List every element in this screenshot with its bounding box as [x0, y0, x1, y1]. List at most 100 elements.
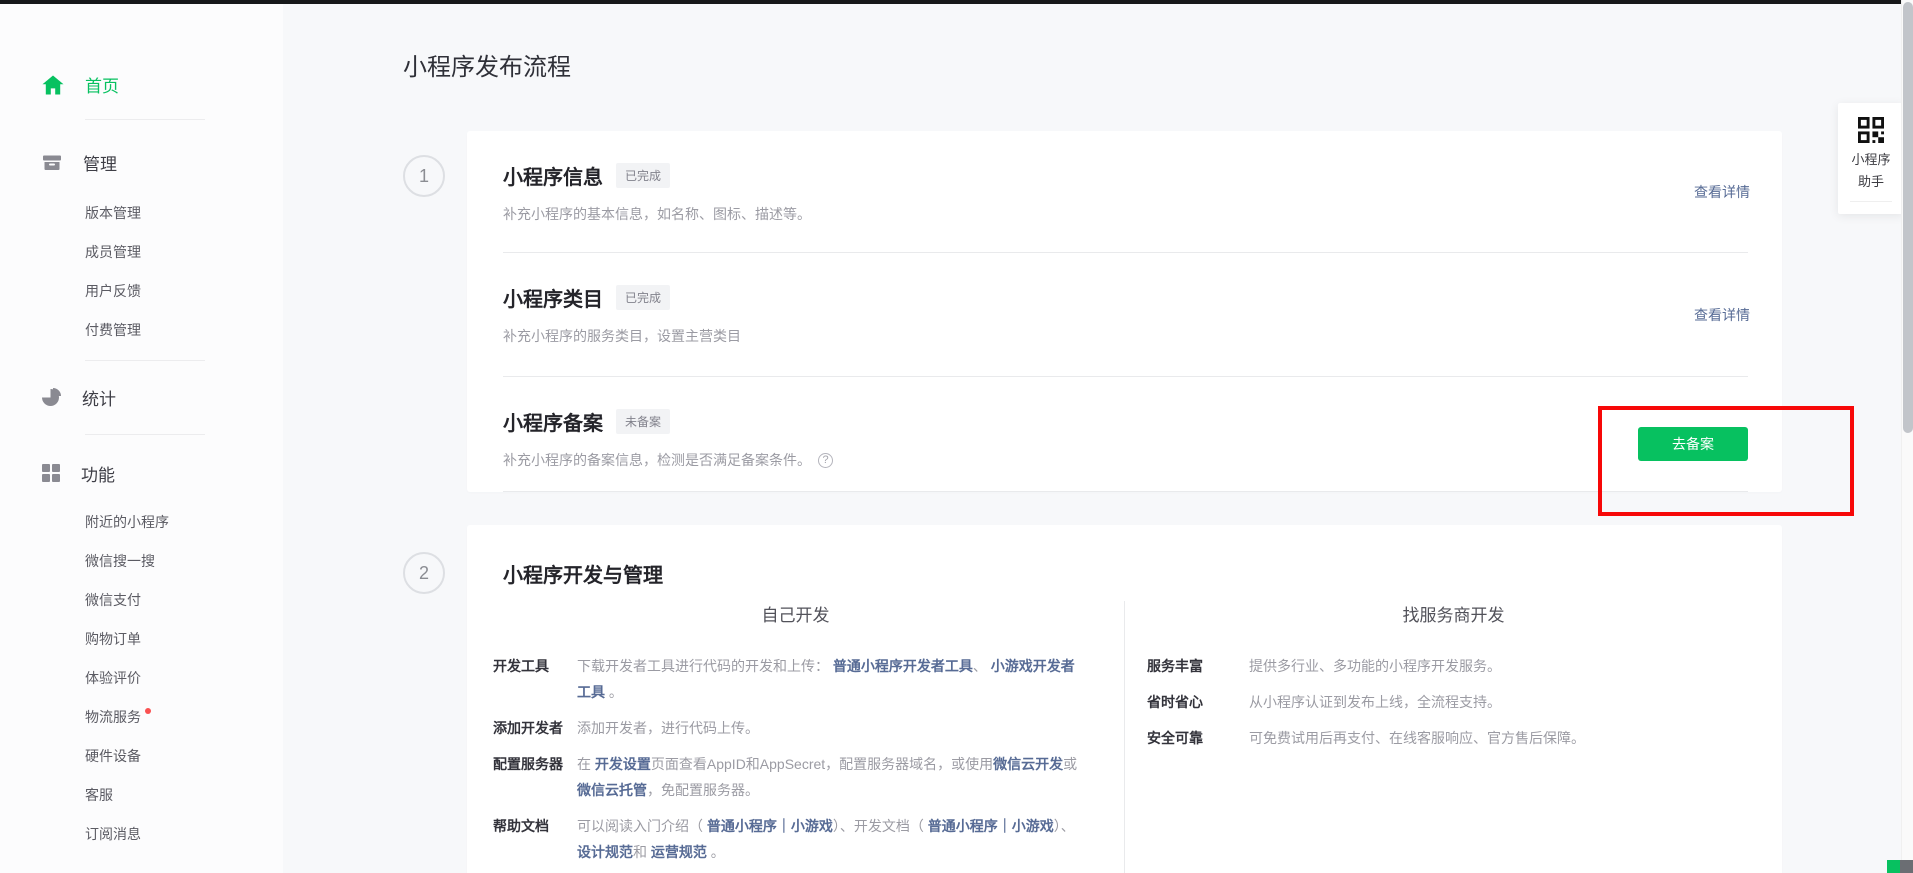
- qr-code-icon: [1858, 117, 1884, 143]
- sidebar-item-experience-rating[interactable]: 体验评价: [0, 659, 283, 698]
- column-self-develop: 自己开发 开发工具下载开发者工具进行代码的开发和上传： 普通小程序开发者工具、 …: [467, 601, 1124, 873]
- grid-icon: [42, 464, 60, 482]
- page-scrollbar: [1901, 0, 1913, 873]
- inline-link[interactable]: ｜: [998, 818, 1012, 834]
- desc-text: 。: [707, 844, 725, 860]
- sidebar-item-label: 付费管理: [85, 322, 141, 338]
- sidebar-item-user-feedback[interactable]: 用户反馈: [0, 272, 283, 311]
- sidebar-item-hardware-device[interactable]: 硬件设备: [0, 737, 283, 776]
- sidebar-item-label: 微信支付: [85, 592, 141, 608]
- sidebar-item-manage[interactable]: 管理: [42, 150, 283, 174]
- sidebar-home-label: 首页: [85, 72, 119, 97]
- status-badge: 未备案: [616, 409, 670, 434]
- desc-text: 补充小程序的备案信息，检测是否满足备案条件。: [503, 450, 811, 470]
- sidebar-item-statistics[interactable]: 统计: [42, 385, 283, 409]
- dev-manage-title: 小程序开发与管理: [503, 559, 1782, 587]
- desc-text: 在: [577, 756, 595, 772]
- inline-link[interactable]: 运营规范: [651, 844, 707, 860]
- sidebar-item-subscribe-message[interactable]: 订阅消息: [0, 815, 283, 854]
- view-details-link[interactable]: 查看详情: [1694, 182, 1750, 202]
- section-miniprogram-category: 小程序类目 已完成 补充小程序的服务类目，设置主营类目 查看详情: [467, 253, 1782, 377]
- help-icon[interactable]: ?: [818, 453, 833, 468]
- sidebar-item-label: 硬件设备: [85, 748, 141, 764]
- desc-text: 从小程序认证到发布上线，全流程支持。: [1249, 694, 1501, 710]
- sidebar-item-payment-manage[interactable]: 付费管理: [0, 311, 283, 350]
- desc-text: 下载开发者工具进行代码的开发和上传：: [577, 658, 833, 674]
- sidebar-item-label: 客服: [85, 787, 113, 803]
- inline-link[interactable]: 小游戏: [791, 818, 833, 834]
- dev-row-desc: 提供多行业、多功能的小程序开发服务。: [1249, 653, 1752, 679]
- inline-link[interactable]: ｜: [777, 818, 791, 834]
- sidebar-manage-submenu: 版本管理 成员管理 用户反馈 付费管理: [0, 194, 283, 350]
- inline-link[interactable]: 微信云托管: [577, 782, 647, 798]
- view-details-link[interactable]: 查看详情: [1694, 305, 1750, 325]
- sidebar-divider: [85, 434, 205, 435]
- dev-row-desc: 可以阅读入门介绍（ 普通小程序｜小游戏）、开发文档（ 普通小程序｜小游戏）、 设…: [577, 813, 1080, 865]
- dev-row-label: 添加开发者: [493, 715, 577, 741]
- notification-dot: [145, 708, 151, 714]
- section-desc: 补充小程序的服务类目，设置主营类目: [503, 326, 1694, 346]
- inline-link[interactable]: 设计规范: [577, 844, 633, 860]
- sidebar-divider: [85, 360, 205, 361]
- sidebar-item-label: 购物订单: [85, 631, 141, 647]
- inline-link[interactable]: 开发设置: [595, 756, 651, 772]
- desc-text: 补充小程序的基本信息，如名称、图标、描述等。: [503, 204, 811, 224]
- step-2-number: 2: [403, 552, 445, 594]
- sidebar-item-shopping-orders[interactable]: 购物订单: [0, 620, 283, 659]
- sidebar-manage-label: 管理: [83, 150, 117, 175]
- inline-link[interactable]: 普通小程序: [928, 818, 998, 834]
- sidebar-item-logistics-service[interactable]: 物流服务: [0, 698, 283, 737]
- sidebar-item-label: 版本管理: [85, 205, 141, 221]
- column-header: 自己开发: [467, 601, 1124, 629]
- floating-widget-corner[interactable]: [1887, 860, 1913, 873]
- sidebar-item-label: 体验评价: [85, 670, 141, 686]
- dev-row: 配置服务器在 开发设置页面查看AppID和AppSecret，配置服务器域名，或…: [467, 751, 1124, 803]
- inline-link[interactable]: 普通小程序开发者工具: [833, 658, 973, 674]
- sidebar: 首页 管理 版本管理 成员管理 用户反馈 付费管理 统计 功能 附近的小程序 微…: [0, 4, 283, 873]
- assistant-divider: [1850, 201, 1892, 202]
- miniprogram-assistant-panel[interactable]: 小程序 助手: [1838, 103, 1904, 214]
- assistant-label-line2: 助手: [1838, 172, 1904, 192]
- dev-row-label: 帮助文档: [493, 813, 577, 865]
- dev-row-label: 省时省心: [1147, 689, 1249, 715]
- sidebar-item-member-manage[interactable]: 成员管理: [0, 233, 283, 272]
- inline-link[interactable]: 小游戏: [1012, 818, 1054, 834]
- column-header: 找服务商开发: [1125, 601, 1782, 629]
- desc-text: ，免配置服务器。: [647, 782, 759, 798]
- dev-manage-card: 小程序开发与管理 自己开发 开发工具下载开发者工具进行代码的开发和上传： 普通小…: [467, 525, 1782, 873]
- desc-text: 可以阅读入门介绍（: [577, 818, 707, 834]
- sidebar-item-wechat-search[interactable]: 微信搜一搜: [0, 542, 283, 581]
- sidebar-item-home[interactable]: 首页: [42, 72, 283, 97]
- inline-link[interactable]: 普通小程序: [707, 818, 777, 834]
- dev-rows: 服务丰富提供多行业、多功能的小程序开发服务。省时省心从小程序认证到发布上线，全流…: [1125, 653, 1782, 751]
- sidebar-item-label: 成员管理: [85, 244, 141, 260]
- dev-row-label: 服务丰富: [1147, 653, 1249, 679]
- floating-widget-gray: [1900, 860, 1913, 873]
- scrollbar-thumb[interactable]: [1903, 2, 1913, 433]
- status-badge: 已完成: [616, 163, 670, 188]
- section-title: 小程序类目: [503, 283, 603, 312]
- sidebar-item-features[interactable]: 功能: [42, 461, 283, 485]
- section-miniprogram-icp: 小程序备案 未备案 补充小程序的备案信息，检测是否满足备案条件。 ?: [467, 377, 1782, 492]
- sidebar-item-version-manage[interactable]: 版本管理: [0, 194, 283, 233]
- sidebar-item-customer-service[interactable]: 客服: [0, 776, 283, 815]
- inline-link[interactable]: 微信云开发: [993, 756, 1063, 772]
- dev-columns: 自己开发 开发工具下载开发者工具进行代码的开发和上传： 普通小程序开发者工具、 …: [467, 601, 1782, 873]
- desc-text: 页面查看AppID和AppSecret，配置服务器域名，或使用: [651, 756, 993, 772]
- sidebar-item-label: 物流服务: [85, 709, 141, 725]
- dev-row-desc: 在 开发设置页面查看AppID和AppSecret，配置服务器域名，或使用微信云…: [577, 751, 1080, 803]
- dev-row-desc: 下载开发者工具进行代码的开发和上传： 普通小程序开发者工具、 小游戏开发者工具 …: [577, 653, 1080, 705]
- dev-row-desc: 添加开发者，进行代码上传。: [577, 715, 1080, 741]
- desc-text: 和: [633, 844, 651, 860]
- dev-row-label: 配置服务器: [493, 751, 577, 803]
- sidebar-item-nearby-miniprogram[interactable]: 附近的小程序: [0, 503, 283, 542]
- home-icon: [42, 75, 64, 95]
- dev-row-desc: 可免费试用后再支付、在线客服响应、官方售后保障。: [1249, 725, 1752, 751]
- sidebar-item-label: 订阅消息: [85, 826, 141, 842]
- sidebar-item-label: 微信搜一搜: [85, 553, 155, 569]
- desc-text: 、: [973, 658, 991, 674]
- desc-text: 或: [1063, 756, 1077, 772]
- sidebar-item-wechat-pay[interactable]: 微信支付: [0, 581, 283, 620]
- desc-text: 补充小程序的服务类目，设置主营类目: [503, 326, 741, 346]
- dev-row: 服务丰富提供多行业、多功能的小程序开发服务。: [1125, 653, 1782, 679]
